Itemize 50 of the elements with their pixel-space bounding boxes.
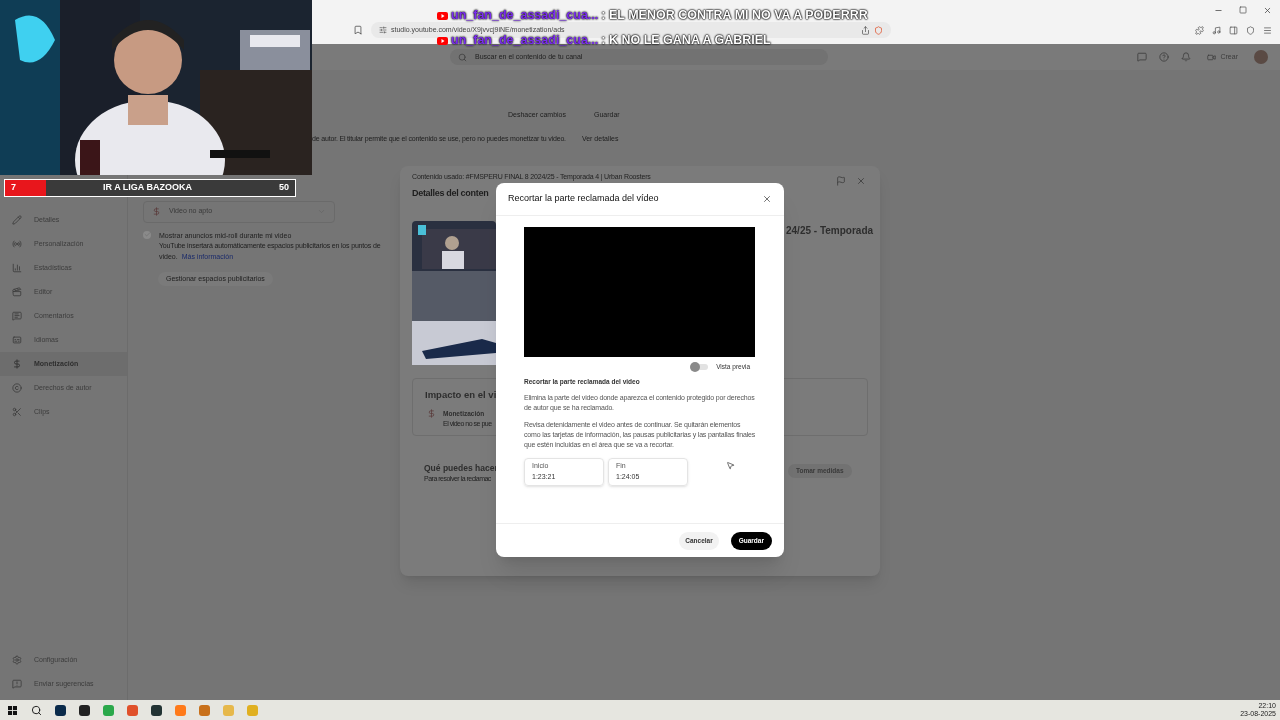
close-icon[interactable] [762,194,772,204]
play-icon [437,11,448,20]
pencil-icon [12,215,22,225]
app-icon[interactable] [78,704,90,716]
panel-title: Detalles del conten [412,187,489,200]
preview-toggle[interactable] [692,363,709,370]
bookmark-icon[interactable] [353,25,363,35]
sidebar-icon[interactable] [1229,25,1238,35]
help-icon[interactable] [1159,52,1170,62]
feedback-icon [12,679,22,689]
menu-icon[interactable] [1263,25,1272,35]
restore-icon[interactable] [1239,6,1247,14]
puzzle-icon[interactable] [1195,25,1204,35]
video-title: 24/25 - Temporada [786,224,874,238]
close-icon[interactable] [856,176,866,186]
bell-icon[interactable] [1181,52,1192,62]
dollar-icon [152,207,161,216]
settings-icon [12,655,22,665]
copyright-icon [12,383,22,393]
chart-icon [12,263,22,273]
app-icon[interactable] [150,704,162,716]
sliders-icon[interactable] [379,26,387,34]
comment-icon [12,311,22,321]
goal-title: IR A LIGA BAZOOKA [103,181,192,195]
impact-title: Impacto en el vi [425,388,497,402]
close-icon[interactable] [1263,5,1272,15]
flag-icon[interactable] [836,176,846,186]
app-icon[interactable] [54,704,66,716]
goal-target: 50 [279,181,289,195]
music-icon[interactable] [1212,25,1221,35]
share-icon[interactable] [861,25,870,35]
dollar-icon [12,359,22,369]
cursor-icon [726,461,735,470]
goal-current: 7 [11,181,16,195]
windows-icon[interactable] [7,705,17,715]
scissors-icon [12,407,22,417]
search-icon[interactable] [30,704,42,716]
video-plus-icon [1207,52,1217,62]
dialog-title: Recortar la parte reclamada del vídeo [508,192,659,206]
dollar-icon [427,409,436,418]
chat-author: un_fan_de_assadi_cua... [451,7,599,25]
captions-icon [12,335,22,345]
comment-icon[interactable] [1137,52,1148,62]
chat-message: : EL MENOR CONTRA MI NO VA A PODERRR [601,7,868,25]
search-icon [458,52,467,62]
avatar[interactable] [1254,50,1268,64]
clapperboard-icon [12,287,22,297]
broadcast-icon [12,239,22,249]
shield-icon[interactable] [1246,25,1255,35]
shield-icon[interactable] [874,25,883,35]
